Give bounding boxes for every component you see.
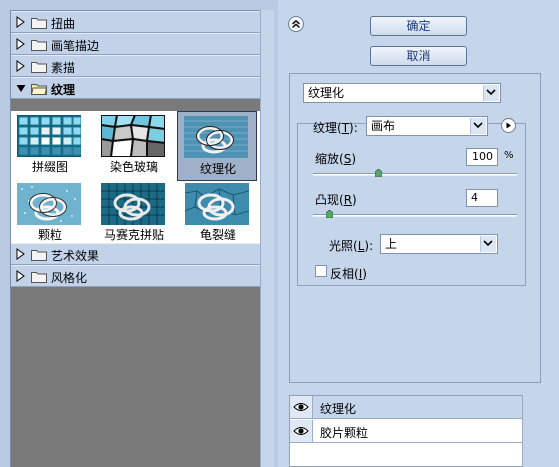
scaling-label: 缩放(S) <box>315 152 357 166</box>
thumb-label: 龟裂缝 <box>199 228 236 242</box>
patchwork-preview-icon <box>17 115 81 157</box>
gallery-scrollbar[interactable] <box>260 10 274 467</box>
effect-layer-name: 胶片颗粒 <box>320 426 369 440</box>
category-brush-strokes[interactable]: 画笔描边 <box>11 33 260 55</box>
scaling-slider-track[interactable] <box>313 173 517 176</box>
texture-menu-button[interactable] <box>501 118 516 133</box>
relief-input[interactable]: 4 <box>466 189 498 207</box>
texture-thumbnails: 拼缀图 染色玻璃 纹理化 颗粒 马赛克拼贴 龟裂缝 <box>11 111 260 245</box>
category-label: 艺术效果 <box>51 249 100 263</box>
light-select[interactable]: 上 <box>380 234 498 254</box>
thumb-label: 颗粒 <box>37 228 62 242</box>
effect-layer-row[interactable]: 胶片颗粒 <box>290 420 523 443</box>
thumb-mosaic-tiles[interactable]: 马赛克拼贴 <box>99 181 169 243</box>
ok-button[interactable]: 确定 <box>370 16 467 36</box>
relief-slider-track[interactable] <box>313 214 517 217</box>
expand-arrow-icon[interactable] <box>16 16 26 28</box>
folder-icon <box>31 272 47 283</box>
eye-icon <box>293 403 309 411</box>
texture-select-value: 画布 <box>371 119 396 133</box>
grain-preview-icon <box>17 183 81 225</box>
expand-arrow-icon[interactable] <box>16 60 26 72</box>
expand-arrow-icon[interactable] <box>16 270 26 282</box>
layers-scrollbar[interactable] <box>522 395 541 467</box>
category-label: 纹理 <box>51 83 76 97</box>
texture-select[interactable]: 画布 <box>366 116 488 136</box>
expand-arrow-icon[interactable] <box>16 38 26 50</box>
collapse-gallery-button[interactable] <box>288 16 304 32</box>
collapse-arrow-icon[interactable] <box>16 82 26 94</box>
category-label: 风格化 <box>51 271 88 285</box>
thumb-texturizer[interactable]: 纹理化 <box>177 111 257 181</box>
double-chevron-up-icon <box>292 19 300 29</box>
scaling-slider-thumb[interactable] <box>374 169 382 177</box>
thumb-label: 马赛克拼贴 <box>103 228 164 242</box>
folder-icon <box>31 250 47 261</box>
invert-label: 反相(I) <box>330 267 367 281</box>
thumb-label: 拼缀图 <box>31 160 68 174</box>
light-label: 光照(L): <box>329 239 374 253</box>
visibility-toggle[interactable] <box>290 396 313 418</box>
category-stylize[interactable]: 风格化 <box>11 265 260 287</box>
filter-gallery-panel: 扭曲 画笔描边 素描 纹理 拼缀图 染色玻璃 纹理化 颗粒 马赛克拼贴 龟裂缝 … <box>10 10 260 467</box>
effect-layer-row[interactable]: 纹理化 <box>290 396 523 419</box>
open-folder-icon <box>31 84 47 95</box>
chevron-down-icon <box>480 236 496 252</box>
chevron-down-icon <box>470 118 486 134</box>
eye-icon <box>293 427 309 435</box>
effect-layer-name: 纹理化 <box>320 402 357 416</box>
cancel-button[interactable]: 取消 <box>370 46 467 66</box>
filter-select[interactable]: 纹理化 <box>303 83 501 103</box>
invert-checkbox[interactable] <box>315 265 327 277</box>
stained-glass-preview-icon <box>101 115 165 157</box>
relief-slider-thumb[interactable] <box>325 210 333 218</box>
chevron-down-icon <box>483 85 499 101</box>
texturizer-preview-icon <box>184 116 248 158</box>
thumb-label: 纹理化 <box>199 162 236 176</box>
thumb-stained-glass[interactable]: 染色玻璃 <box>99 113 169 175</box>
folder-icon <box>31 18 47 29</box>
play-right-icon <box>506 122 511 129</box>
category-label: 画笔描边 <box>51 39 100 53</box>
thumb-patchwork[interactable]: 拼缀图 <box>15 113 85 175</box>
folder-icon <box>31 40 47 51</box>
relief-label: 凸现(R) <box>315 193 357 207</box>
thumb-grain[interactable]: 颗粒 <box>15 181 85 243</box>
filter-select-value: 纹理化 <box>308 86 345 100</box>
effect-layers-list: 纹理化 胶片颗粒 <box>289 395 541 467</box>
craquelure-preview-icon <box>185 183 249 225</box>
light-select-value: 上 <box>385 237 398 251</box>
scaling-input[interactable]: 100 <box>466 148 498 166</box>
category-label: 扭曲 <box>51 17 76 31</box>
texture-label: 纹理(T): <box>313 121 358 135</box>
mosaic-tiles-preview-icon <box>101 183 165 225</box>
scaling-unit: % <box>504 150 514 161</box>
thumb-label: 染色玻璃 <box>109 160 158 174</box>
thumb-craquelure[interactable]: 龟裂缝 <box>183 181 253 243</box>
category-texture[interactable]: 纹理 <box>11 77 260 99</box>
folder-icon <box>31 62 47 73</box>
category-sketch[interactable]: 素描 <box>11 55 260 77</box>
visibility-toggle[interactable] <box>290 420 313 442</box>
expand-arrow-icon[interactable] <box>16 248 26 260</box>
category-artistic[interactable]: 艺术效果 <box>11 243 260 265</box>
category-label: 素描 <box>51 61 76 75</box>
category-distort[interactable]: 扭曲 <box>11 11 260 33</box>
